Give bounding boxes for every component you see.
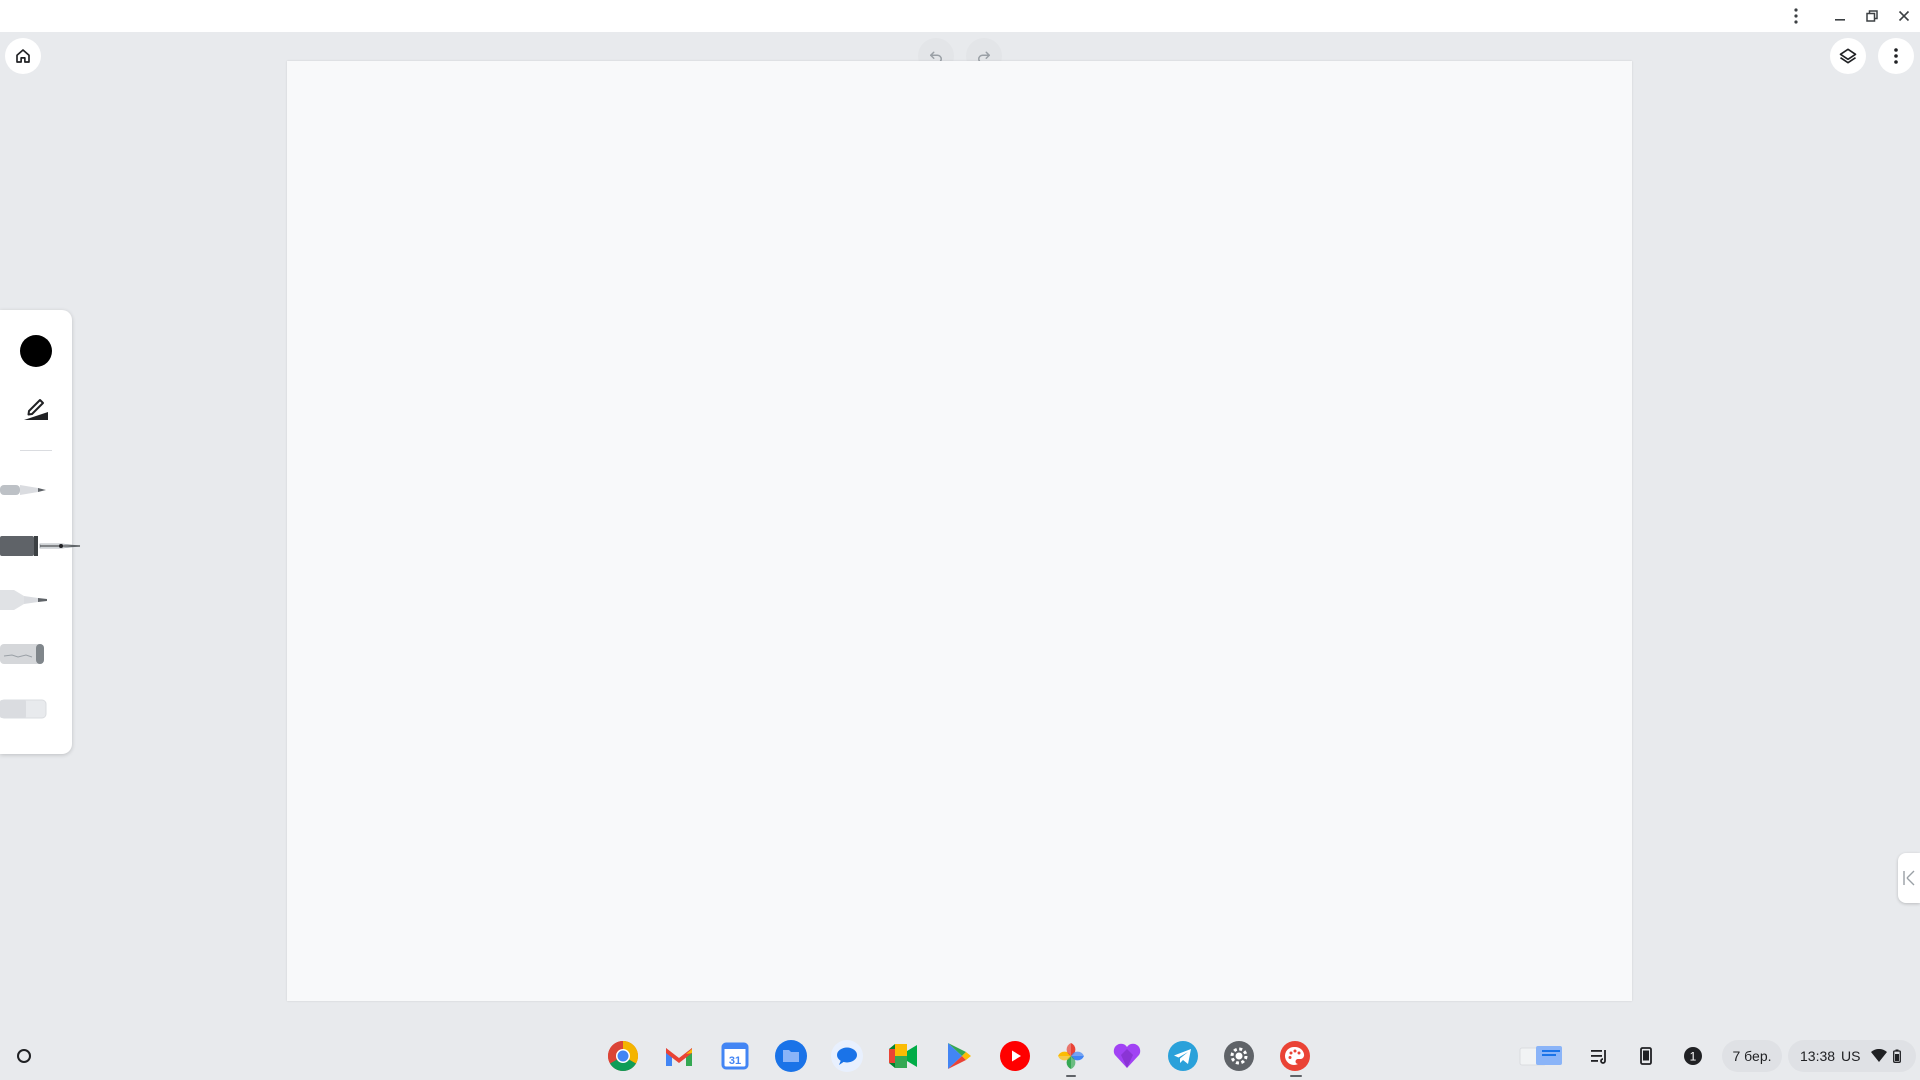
- calendar-app[interactable]: 31: [718, 1039, 752, 1073]
- gmail-icon: [666, 1048, 692, 1066]
- marker-icon: [0, 590, 47, 610]
- svg-text:31: 31: [729, 1055, 741, 1067]
- chalk-tool[interactable]: [0, 640, 48, 668]
- files-app[interactable]: [774, 1039, 808, 1073]
- photos-app[interactable]: [1054, 1039, 1088, 1073]
- fountain-pen-icon: [0, 536, 81, 556]
- meet-icon: [889, 1044, 917, 1068]
- phone-icon: [1640, 1047, 1652, 1065]
- tool-divider: [20, 450, 52, 451]
- holding-space-button[interactable]: [1512, 1040, 1570, 1072]
- expand-panel-icon: [1903, 870, 1915, 886]
- youtube-app[interactable]: [998, 1039, 1032, 1073]
- gear-icon: [1224, 1041, 1254, 1071]
- playlist-button[interactable]: [1584, 1040, 1616, 1072]
- drawing-canvas[interactable]: [287, 61, 1632, 1001]
- folder-icon: [775, 1040, 807, 1072]
- telegram-app[interactable]: [1166, 1039, 1200, 1073]
- keyboard-layout: US: [1841, 1048, 1861, 1064]
- window-caption-bar: [0, 0, 1920, 32]
- tool-panel: [0, 310, 81, 754]
- launcher-button[interactable]: [8, 1040, 40, 1072]
- date-label: 7 бер.: [1732, 1048, 1772, 1064]
- shelf: 31 1 7 бер. 13:38 US: [0, 1032, 1920, 1080]
- chrome-app[interactable]: [606, 1039, 640, 1073]
- home-button[interactable]: [5, 38, 41, 74]
- home-icon: [16, 49, 30, 63]
- pen-tool[interactable]: [0, 478, 50, 502]
- screenshot-preview-icon: [1519, 1046, 1562, 1066]
- clock: 13:38: [1800, 1048, 1836, 1064]
- more-vert-icon: [1894, 48, 1898, 64]
- pen-icon: [0, 485, 46, 495]
- notification-counter[interactable]: 1: [1677, 1040, 1709, 1072]
- window-menu-icon[interactable]: [1782, 4, 1810, 28]
- calendar-icon: 31: [721, 1042, 749, 1070]
- phone-hub-button[interactable]: [1630, 1040, 1662, 1072]
- battery-icon: [1892, 1049, 1901, 1063]
- meet-app[interactable]: [886, 1039, 920, 1073]
- messages-icon: [831, 1040, 863, 1072]
- restore-icon[interactable]: [1858, 4, 1886, 28]
- photos-icon: [1058, 1043, 1084, 1069]
- playlist-icon: [1591, 1050, 1606, 1064]
- messages-app[interactable]: [830, 1039, 864, 1073]
- youtube-icon: [1000, 1041, 1030, 1071]
- side-panel-tab[interactable]: [1898, 853, 1920, 903]
- minimize-icon[interactable]: [1826, 4, 1854, 28]
- layers-button[interactable]: [1830, 38, 1866, 74]
- canvas-app[interactable]: [1278, 1039, 1312, 1073]
- status-area[interactable]: 13:38 US: [1788, 1040, 1916, 1072]
- play-store-app[interactable]: [942, 1039, 976, 1073]
- settings-app[interactable]: [1222, 1039, 1256, 1073]
- date-tray[interactable]: 7 бер.: [1722, 1040, 1782, 1072]
- color-picker-button[interactable]: [20, 335, 52, 367]
- play-store-icon: [948, 1043, 971, 1069]
- close-icon[interactable]: [1890, 4, 1918, 28]
- gmail-app[interactable]: [662, 1039, 696, 1073]
- marker-tool[interactable]: [0, 586, 50, 614]
- fountain-pen-tool[interactable]: [0, 530, 82, 562]
- chrome-icon: [607, 1041, 639, 1072]
- launcher-icon: [17, 1049, 31, 1063]
- pencil-edit-icon: [24, 399, 48, 420]
- notification-badge-icon: 1: [1684, 1047, 1702, 1065]
- heart-app[interactable]: [1110, 1039, 1144, 1073]
- heart-icon: [1113, 1043, 1141, 1068]
- palette-icon: [1280, 1041, 1310, 1071]
- running-indicator: [1290, 1075, 1302, 1077]
- telegram-icon: [1168, 1041, 1198, 1071]
- eraser-tool[interactable]: [0, 696, 48, 722]
- eraser-icon: [0, 699, 47, 719]
- layers-icon: [1839, 48, 1857, 64]
- chalk-icon: [0, 644, 44, 664]
- running-indicator: [1066, 1075, 1076, 1077]
- more-menu-button[interactable]: [1878, 38, 1914, 74]
- svg-text:1: 1: [1690, 1050, 1697, 1064]
- brush-settings-button[interactable]: [20, 390, 52, 422]
- wifi-icon: [1870, 1049, 1887, 1062]
